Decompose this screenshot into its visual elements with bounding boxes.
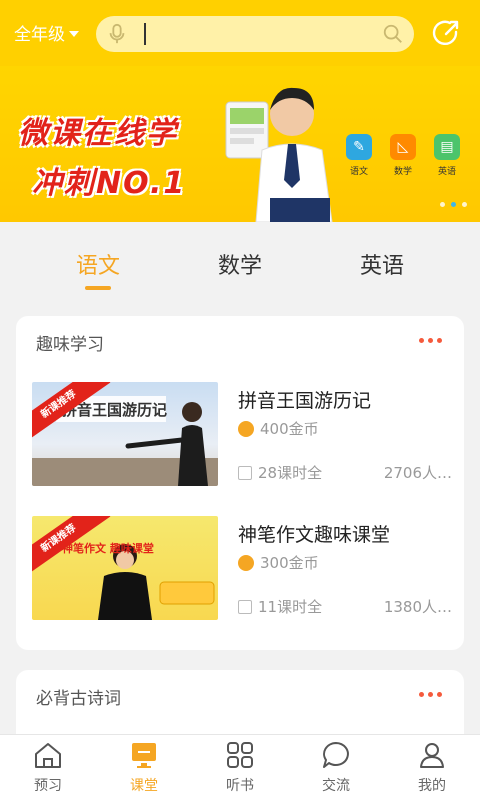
- promo-banner[interactable]: 微课在线学 冲刺NO.1 ✎ 语文 ◺ 数学 ▤ 英语: [0, 66, 480, 222]
- microphone-icon[interactable]: [106, 23, 128, 45]
- course-thumbnail: 拼音王国游历记 新课推荐: [32, 382, 218, 486]
- book-icon: ▤: [434, 134, 460, 160]
- active-tab-indicator: [85, 286, 111, 290]
- search-input[interactable]: [96, 16, 414, 52]
- subject-shortcut-label: 英语: [437, 167, 456, 177]
- banner-slogan-line2: 冲刺NO.1: [32, 166, 187, 201]
- calendar-icon: [238, 465, 252, 480]
- nav-item-classroom[interactable]: 课堂: [96, 739, 192, 795]
- tab-chinese[interactable]: 语文: [76, 248, 120, 280]
- subject-shortcut-english[interactable]: ▤ 英语: [434, 134, 460, 177]
- ruler-icon: ◺: [390, 134, 416, 160]
- subject-tabs: 语文 数学 英语: [0, 222, 480, 314]
- header-area: 全年级 微课在线学 冲刺NO.1 ✎ 语文 ◺ 数学 ▤ 英语: [0, 0, 480, 222]
- more-icon[interactable]: [419, 338, 442, 343]
- bottom-nav: 预习 课堂 听书 交流 我的: [0, 734, 480, 801]
- subject-shortcut-label: 数学: [393, 167, 412, 177]
- course-price-value: 400金币: [260, 420, 319, 438]
- nav-item-profile[interactable]: 我的: [384, 739, 480, 795]
- classroom-icon: [132, 743, 156, 768]
- more-icon[interactable]: [419, 692, 442, 697]
- tab-math[interactable]: 数学: [218, 248, 262, 280]
- course-lessons-value: 11课时全: [258, 598, 323, 616]
- grade-selector[interactable]: 全年级: [14, 20, 79, 45]
- carousel-dot[interactable]: [440, 202, 445, 207]
- coin-icon: [238, 554, 254, 571]
- pencil-icon: ✎: [346, 134, 372, 160]
- nav-label: 听书: [226, 778, 254, 794]
- carousel-indicator: [440, 202, 467, 207]
- tab-english[interactable]: 英语: [360, 248, 404, 280]
- course-price: 400金币: [238, 418, 319, 439]
- calendar-icon: [238, 599, 252, 614]
- grid-icon: [227, 742, 253, 768]
- subject-shortcuts: ✎ 语文 ◺ 数学 ▤ 英语: [346, 134, 460, 177]
- course-lessons: 28课时全: [238, 462, 322, 483]
- course-item[interactable]: 神笔作文 趣味课堂 新课推荐 神笔作文趣味课堂 300金币 11课时全 1380…: [32, 516, 452, 620]
- subject-shortcut-chinese[interactable]: ✎ 语文: [346, 134, 372, 177]
- course-lessons-value: 28课时全: [258, 464, 323, 482]
- text-cursor: [144, 23, 146, 45]
- course-title: 拼音王国游历记: [238, 390, 372, 412]
- grade-label: 全年级: [14, 25, 65, 45]
- carousel-dot-active[interactable]: [451, 202, 456, 207]
- course-learners: 2706人…: [383, 464, 452, 482]
- subject-shortcut-math[interactable]: ◺ 数学: [390, 134, 416, 177]
- share-icon[interactable]: [430, 18, 462, 50]
- nav-label: 课堂: [130, 778, 158, 794]
- section-card-fun-learning: 趣味学习 拼音王国游历记 新课推荐 拼音王国游历记 400金币 28课时全 27…: [16, 316, 464, 650]
- course-price-value: 300金币: [260, 554, 319, 572]
- course-item[interactable]: 拼音王国游历记 新课推荐 拼音王国游历记 400金币 28课时全 2706人…: [32, 382, 452, 486]
- course-lessons: 11课时全: [238, 596, 322, 617]
- course-learners: 1380人…: [383, 598, 452, 616]
- nav-label: 交流: [322, 778, 350, 794]
- chevron-down-icon: [69, 30, 79, 37]
- nav-label: 预习: [34, 778, 62, 794]
- user-icon: [420, 743, 444, 768]
- coin-icon: [238, 420, 254, 437]
- home-icon: [35, 743, 61, 768]
- course-thumbnail: 神笔作文 趣味课堂 新课推荐: [32, 516, 218, 620]
- nav-label: 我的: [418, 778, 446, 794]
- nav-item-preview[interactable]: 预习: [0, 739, 96, 795]
- carousel-dot[interactable]: [462, 202, 467, 207]
- subject-shortcut-label: 语文: [349, 167, 368, 177]
- course-title: 神笔作文趣味课堂: [238, 524, 391, 546]
- top-bar: 全年级: [0, 0, 480, 66]
- search-icon[interactable]: [382, 23, 404, 45]
- course-price: 300金币: [238, 552, 319, 573]
- chat-icon: [323, 742, 349, 768]
- section-title: 必背古诗词: [36, 689, 121, 709]
- nav-item-audiobook[interactable]: 听书: [192, 739, 288, 795]
- student-illustration: [225, 87, 333, 222]
- nav-item-community[interactable]: 交流: [288, 739, 384, 795]
- thumbnail-caption: 神笔作文 趣味课堂: [62, 542, 154, 555]
- section-title: 趣味学习: [36, 335, 104, 355]
- banner-slogan-line1: 微课在线学: [18, 116, 178, 151]
